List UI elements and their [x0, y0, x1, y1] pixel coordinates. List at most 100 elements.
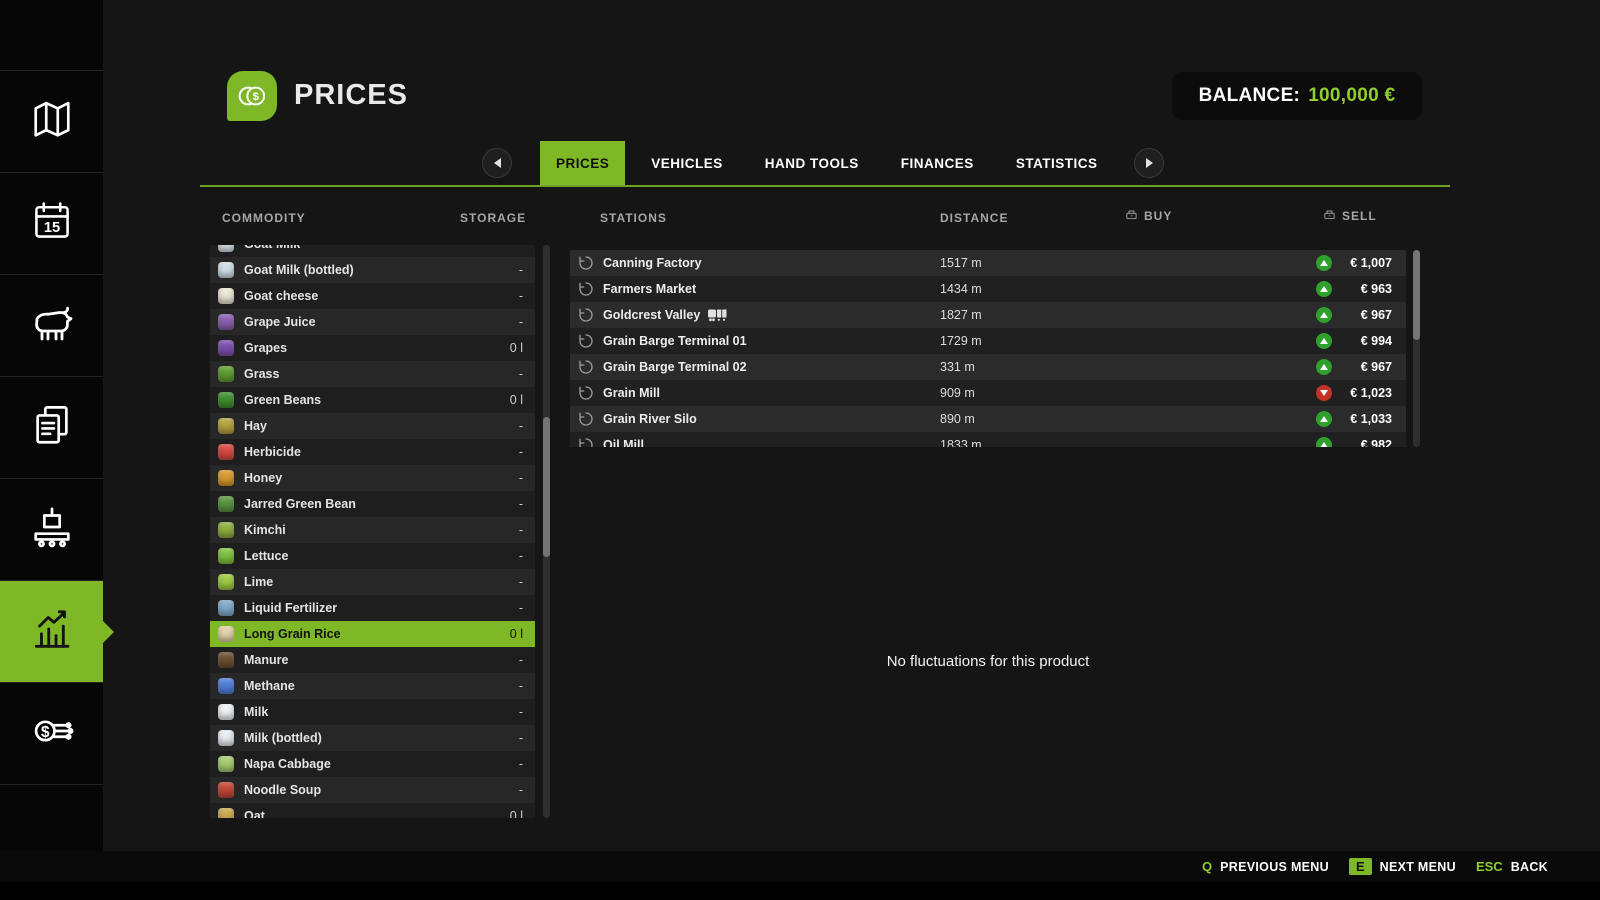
hint-previous-menu[interactable]: Q PREVIOUS MENU — [1202, 859, 1329, 874]
hint-label: NEXT MENU — [1380, 860, 1456, 874]
hint-label: PREVIOUS MENU — [1220, 860, 1329, 874]
commodity-scrollbar[interactable] — [543, 245, 550, 818]
commodity-row[interactable]: Methane- — [210, 673, 535, 699]
tab-vehicles[interactable]: VEHICLES — [635, 141, 739, 185]
trend-down-icon — [1316, 385, 1332, 401]
sidebar-item-contracts[interactable] — [0, 376, 103, 478]
commodity-row[interactable]: Long Grain Rice0 l — [210, 621, 535, 647]
commodity-row[interactable]: Green Beans0 l — [210, 387, 535, 413]
tab-underline — [200, 185, 1450, 187]
commodity-row[interactable]: Lime- — [210, 569, 535, 595]
production-icon — [29, 504, 75, 555]
commodity-name: Grape Juice — [244, 315, 316, 329]
commodity-row[interactable]: Honey- — [210, 465, 535, 491]
sidebar-item-calendar[interactable]: 15 — [0, 172, 103, 274]
commodity-row[interactable]: Hay- — [210, 413, 535, 439]
sidebar-item-production[interactable] — [0, 478, 103, 580]
commodity-row[interactable]: Goat Milk (bottled)- — [210, 257, 535, 283]
commodity-storage: - — [519, 245, 523, 251]
commodity-row[interactable]: Herbicide- — [210, 439, 535, 465]
long-grain-rice-icon — [218, 626, 234, 642]
station-row[interactable]: Goldcrest Valley1827 m€ 967 — [570, 302, 1406, 328]
commodity-row[interactable]: Lettuce - — [210, 543, 535, 569]
tabs-prev-button[interactable] — [482, 148, 512, 178]
sidebar-item-animals[interactable] — [0, 274, 103, 376]
commodity-row[interactable]: Napa Cabbage- — [210, 751, 535, 777]
station-row[interactable]: Grain Mill909 m€ 1,023 — [570, 380, 1406, 406]
sidebar-item-prices[interactable] — [0, 580, 103, 682]
arrow-up-glyph — [1320, 442, 1328, 447]
hint-label: BACK — [1511, 860, 1548, 874]
station-distance: 331 m — [940, 360, 975, 374]
commodity-name: Milk — [244, 705, 268, 719]
commodity-row[interactable]: Goat Milk- — [210, 245, 535, 257]
trend-up-icon — [1316, 333, 1332, 349]
station-row[interactable]: Grain Barge Terminal 02331 m€ 967 — [570, 354, 1406, 380]
commodity-name: Long Grain Rice — [244, 627, 341, 641]
scrollbar-thumb[interactable] — [543, 417, 550, 557]
sell-point-icon — [578, 359, 594, 375]
station-row[interactable]: Grain Barge Terminal 011729 m€ 994 — [570, 328, 1406, 354]
station-name: Grain Barge Terminal 02 — [603, 360, 747, 374]
sidebar-item-map[interactable] — [0, 70, 103, 172]
jarred-green-bean-icon — [218, 496, 234, 512]
station-scrollbar[interactable] — [1413, 250, 1420, 447]
commodity-storage: - — [519, 263, 523, 277]
commodity-name: Lettuce — [244, 549, 288, 563]
station-name: Grain Barge Terminal 01 — [603, 334, 747, 348]
commodity-row[interactable]: Grapes0 l — [210, 335, 535, 361]
commodity-name: Honey — [244, 471, 282, 485]
sidebar-item-finances[interactable]: $ — [0, 682, 103, 784]
tab-hand-tools[interactable]: HAND TOOLS — [749, 141, 875, 185]
scrollbar-thumb[interactable] — [1413, 250, 1420, 340]
trend-up-icon — [1316, 437, 1332, 447]
tab-finances[interactable]: FINANCES — [885, 141, 990, 185]
station-sell-price: € 967 — [1340, 308, 1392, 322]
tab-statistics[interactable]: STATISTICS — [1000, 141, 1114, 185]
commodity-storage: - — [519, 523, 523, 537]
commodity-row[interactable]: Grape Juice- — [210, 309, 535, 335]
tabs-next-button[interactable] — [1134, 148, 1164, 178]
station-row[interactable]: Oil Mill1833 m€ 982 — [570, 432, 1406, 447]
commodity-storage: - — [519, 549, 523, 563]
station-distance: 1434 m — [940, 282, 982, 296]
commodity-row[interactable]: Milk- — [210, 699, 535, 725]
commodity-row[interactable]: Milk (bottled)- — [210, 725, 535, 751]
hay-icon — [218, 418, 234, 434]
commodity-row[interactable]: Liquid Fertilizer- — [210, 595, 535, 621]
column-header-buy: BUY — [1125, 208, 1172, 224]
arrow-up-glyph — [1320, 416, 1328, 422]
commodity-row[interactable]: Jarred Green Bean- — [210, 491, 535, 517]
hint-next-menu[interactable]: ENEXT MENU — [1349, 858, 1456, 875]
station-row[interactable]: Canning Factory1517 m€ 1,007 — [570, 250, 1406, 276]
key-q: Q — [1202, 859, 1212, 874]
commodity-storage: 0 l — [510, 809, 523, 818]
commodity-row[interactable]: Goat cheese- — [210, 283, 535, 309]
column-header-storage: STORAGE — [460, 211, 526, 225]
station-distance: 1833 m — [940, 438, 982, 447]
trend-up-icon — [1316, 359, 1332, 375]
sell-point-icon — [578, 333, 594, 349]
commodity-name: Goat cheese — [244, 289, 318, 303]
footer-bar: Q PREVIOUS MENU ENEXT MENU ESCBACK — [0, 851, 1600, 882]
station-list: Canning Factory1517 m€ 1,007Farmers Mark… — [570, 250, 1406, 447]
commodity-row[interactable]: Noodle Soup - — [210, 777, 535, 803]
commodity-row[interactable]: Oat0 l — [210, 803, 535, 818]
station-row[interactable]: Farmers Market1434 m€ 963 — [570, 276, 1406, 302]
commodity-row[interactable]: Kimchi- — [210, 517, 535, 543]
hint-back[interactable]: ESCBACK — [1476, 859, 1548, 874]
commodity-storage: - — [519, 783, 523, 797]
milk-bottled-icon — [218, 730, 234, 746]
sell-price-cell: € 982 — [1316, 437, 1392, 447]
commodity-name: Methane — [244, 679, 295, 693]
arrow-up-glyph — [1320, 312, 1328, 318]
commodity-storage: - — [519, 367, 523, 381]
commodity-row[interactable]: Manure- — [210, 647, 535, 673]
commodity-row[interactable]: Grass- — [210, 361, 535, 387]
arrow-up-glyph — [1320, 364, 1328, 370]
tab-prices[interactable]: PRICES — [540, 141, 625, 185]
no-fluctuations-message: No fluctuations for this product — [570, 653, 1406, 670]
kimchi-icon — [218, 522, 234, 538]
commodity-name: Noodle Soup — [244, 783, 321, 797]
station-row[interactable]: Grain River Silo890 m€ 1,033 — [570, 406, 1406, 432]
